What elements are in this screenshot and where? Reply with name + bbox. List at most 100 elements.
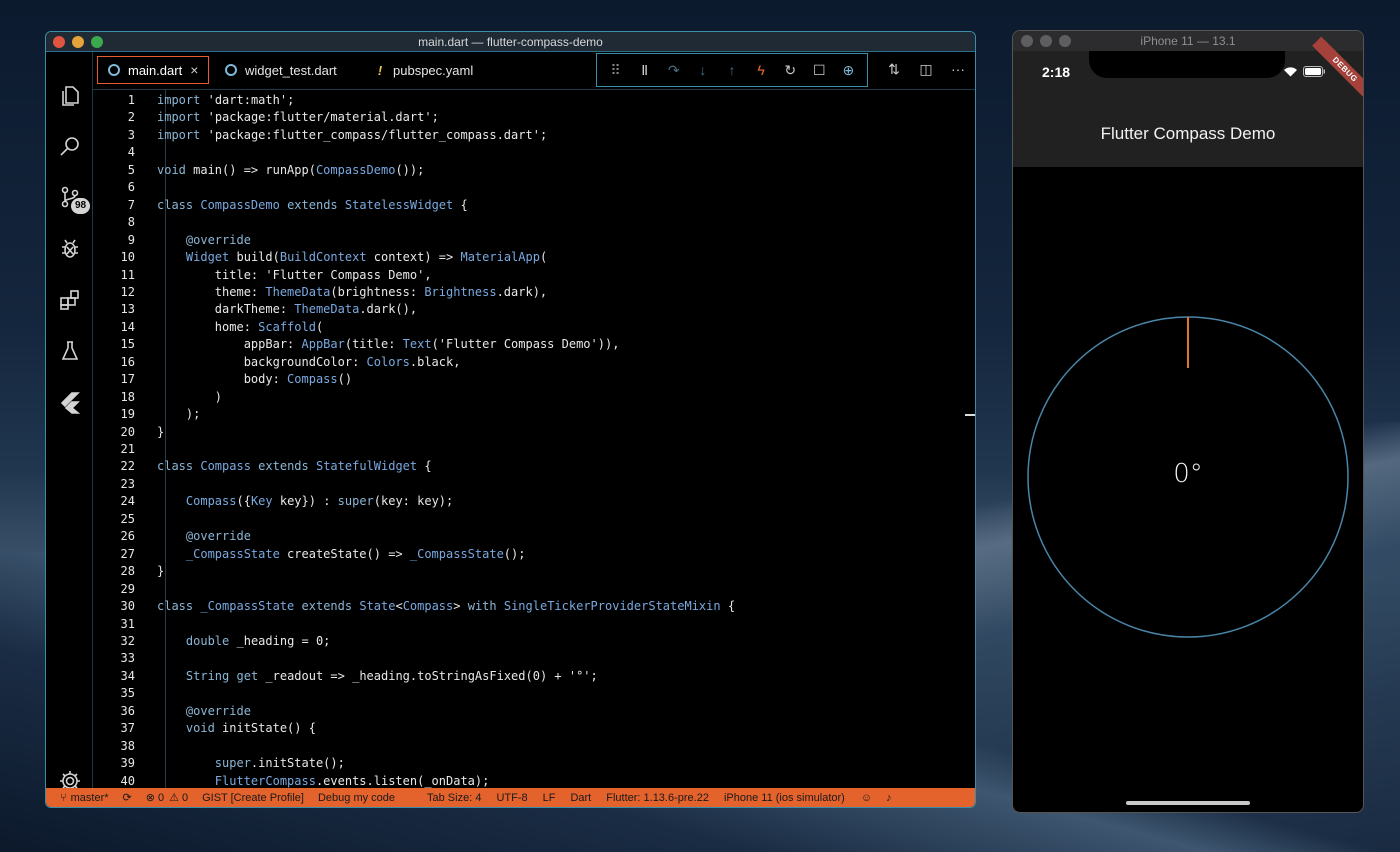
line-number: 17 bbox=[120, 372, 135, 387]
code-text: super.initState(); bbox=[214, 756, 345, 771]
step-over-icon[interactable]: ↷ bbox=[665, 61, 683, 79]
line-ending[interactable]: LF bbox=[543, 792, 556, 804]
code-line[interactable]: 37 void initState() { bbox=[93, 721, 975, 738]
code-line[interactable]: 11 title: 'Flutter Compass Demo', bbox=[93, 268, 975, 285]
code-line[interactable]: 6 bbox=[93, 180, 975, 197]
gist-status[interactable]: GIST [Create Profile] bbox=[202, 792, 304, 804]
step-into-icon[interactable]: ↓ bbox=[694, 61, 712, 79]
code-line[interactable]: 25 bbox=[93, 512, 975, 529]
warning-icon[interactable]: ⚠ bbox=[169, 791, 179, 804]
code-line[interactable]: 22 class Compass extends StatefulWidget { bbox=[93, 459, 975, 476]
simulator-titlebar: iPhone 11 — 13.1 bbox=[1013, 31, 1363, 51]
hot-reload-icon[interactable]: ϟ bbox=[752, 61, 770, 79]
tab-size[interactable]: Tab Size: 4 bbox=[427, 792, 481, 804]
explorer-icon[interactable] bbox=[56, 82, 83, 109]
testing-icon[interactable] bbox=[56, 337, 83, 364]
feedback-smiley-icon[interactable]: ☺ bbox=[861, 792, 872, 804]
code-line[interactable]: 24 Compass({Key key}) : super(key: key); bbox=[93, 494, 975, 511]
tab-widget-test-dart[interactable]: widget_test.dart bbox=[215, 56, 347, 84]
home-indicator[interactable] bbox=[1126, 801, 1250, 805]
code-line[interactable]: 31 bbox=[93, 617, 975, 634]
code-line[interactable]: 17 body: Compass() bbox=[93, 372, 975, 389]
code-line[interactable]: 8 bbox=[93, 215, 975, 232]
branch-icon[interactable]: ⑂ bbox=[60, 792, 67, 804]
code-line[interactable]: 10 Widget build(BuildContext context) =>… bbox=[93, 250, 975, 267]
error-icon[interactable]: ⊗ bbox=[146, 791, 155, 804]
drag-handle-icon[interactable]: ⠿ bbox=[607, 61, 625, 79]
debug-status[interactable]: Debug my code bbox=[318, 792, 395, 804]
code-line[interactable]: 9 @override bbox=[93, 233, 975, 250]
code-line[interactable]: 21 bbox=[93, 442, 975, 459]
code-line[interactable]: 12 theme: ThemeData(brightness: Brightne… bbox=[93, 285, 975, 302]
code-line[interactable]: 2 import 'package:flutter/material.dart'; bbox=[93, 110, 975, 127]
error-count[interactable]: 0 bbox=[158, 792, 164, 804]
tab-main-dart[interactable]: main.dart × bbox=[97, 56, 210, 84]
encoding[interactable]: UTF-8 bbox=[496, 792, 527, 804]
source-control-icon[interactable]: 98 bbox=[56, 183, 90, 214]
code-line[interactable]: 34 String get _readout => _heading.toStr… bbox=[93, 669, 975, 686]
code-line[interactable]: 40 FlutterCompass.events.listen(_onData)… bbox=[93, 774, 975, 788]
split-editor-icon[interactable]: ◫ bbox=[917, 60, 935, 78]
code-line[interactable]: 35 bbox=[93, 686, 975, 703]
line-number: 13 bbox=[120, 302, 135, 317]
extensions-icon[interactable] bbox=[56, 286, 83, 313]
heading-readout: 0° bbox=[1173, 459, 1203, 489]
code-editor[interactable]: 1 import 'dart:math'; 2 import 'package:flu… bbox=[93, 90, 975, 788]
pause-icon[interactable]: Ⅱ bbox=[636, 61, 654, 79]
code-line[interactable]: 29 bbox=[93, 582, 975, 599]
code-line[interactable]: 14 home: Scaffold( bbox=[93, 320, 975, 337]
code-line[interactable]: 36 @override bbox=[93, 704, 975, 721]
code-line[interactable]: 27 _CompassState createState() => _Compa… bbox=[93, 547, 975, 564]
line-number: 33 bbox=[120, 651, 135, 666]
code-line[interactable]: 7 class CompassDemo extends StatelessWidg… bbox=[93, 198, 975, 215]
code-line[interactable]: 23 bbox=[93, 477, 975, 494]
code-line[interactable]: 1 import 'dart:math'; bbox=[93, 93, 975, 110]
code-line[interactable]: 20} bbox=[93, 425, 975, 442]
flutter-icon[interactable] bbox=[56, 388, 83, 415]
dart-file-icon bbox=[225, 64, 237, 76]
line-number: 5 bbox=[127, 162, 135, 177]
line-number: 19 bbox=[120, 407, 135, 422]
code-line[interactable]: 13 darkTheme: ThemeData.dark(), bbox=[93, 302, 975, 319]
line-number: 2 bbox=[127, 110, 135, 125]
code-line[interactable]: 15 appBar: AppBar(title: Text('Flutter C… bbox=[93, 337, 975, 354]
app-title: Flutter Compass Demo bbox=[1100, 124, 1276, 143]
code-line[interactable]: 18 ) bbox=[93, 390, 975, 407]
code-line[interactable]: 19 ); bbox=[93, 407, 975, 424]
stop-icon[interactable]: ☐ bbox=[810, 61, 828, 79]
code-line[interactable]: 38 bbox=[93, 739, 975, 756]
simulator-title: iPhone 11 — 13.1 bbox=[1140, 34, 1236, 48]
debug-icon[interactable] bbox=[56, 235, 83, 262]
app-bar: 2:18 DEBUG Flutter Compass Demo bbox=[1013, 36, 1363, 167]
language-mode[interactable]: Dart bbox=[570, 792, 591, 804]
target-device[interactable]: iPhone 11 (ios simulator) bbox=[724, 792, 845, 804]
inspect-widget-icon[interactable]: ⊕ bbox=[839, 61, 857, 79]
tab-pubspec-yaml[interactable]: ! pubspec.yaml bbox=[365, 56, 483, 84]
search-icon[interactable] bbox=[56, 132, 83, 159]
line-number: 21 bbox=[120, 442, 135, 456]
step-out-icon[interactable]: ↑ bbox=[723, 61, 741, 79]
restart-icon[interactable]: ↻ bbox=[781, 61, 799, 79]
code-line[interactable]: 33 bbox=[93, 651, 975, 668]
code-line[interactable]: 3 import 'package:flutter_compass/flutter… bbox=[93, 128, 975, 145]
code-line[interactable]: 26 @override bbox=[93, 529, 975, 546]
notifications-bell-icon[interactable]: ♪ bbox=[886, 792, 892, 804]
code-line[interactable]: 28} bbox=[93, 564, 975, 581]
warning-count[interactable]: 0 bbox=[182, 792, 188, 804]
code-line[interactable]: 4 bbox=[93, 145, 975, 162]
git-branch[interactable]: master* bbox=[71, 792, 109, 804]
more-actions-icon[interactable]: ··· bbox=[949, 60, 967, 78]
code-line[interactable]: 30 class _CompassState extends State<Comp… bbox=[93, 599, 975, 616]
tab-label: widget_test.dart bbox=[245, 62, 337, 78]
line-number: 29 bbox=[120, 581, 135, 596]
code-line[interactable]: 5 void main() => runApp(CompassDemo()); bbox=[93, 163, 975, 180]
code-line[interactable]: 16 backgroundColor: Colors.black, bbox=[93, 355, 975, 372]
compare-changes-icon[interactable]: ⇅ bbox=[885, 60, 903, 78]
close-tab-icon[interactable]: × bbox=[190, 62, 198, 78]
code-line[interactable]: 39 super.initState(); bbox=[93, 756, 975, 773]
flutter-version[interactable]: Flutter: 1.13.6-pre.22 bbox=[606, 792, 709, 804]
code-line[interactable]: 32 double _heading = 0; bbox=[93, 634, 975, 651]
line-number: 12 bbox=[120, 284, 135, 299]
line-number: 31 bbox=[120, 616, 135, 631]
sync-icon[interactable]: ⟳ bbox=[123, 791, 132, 804]
